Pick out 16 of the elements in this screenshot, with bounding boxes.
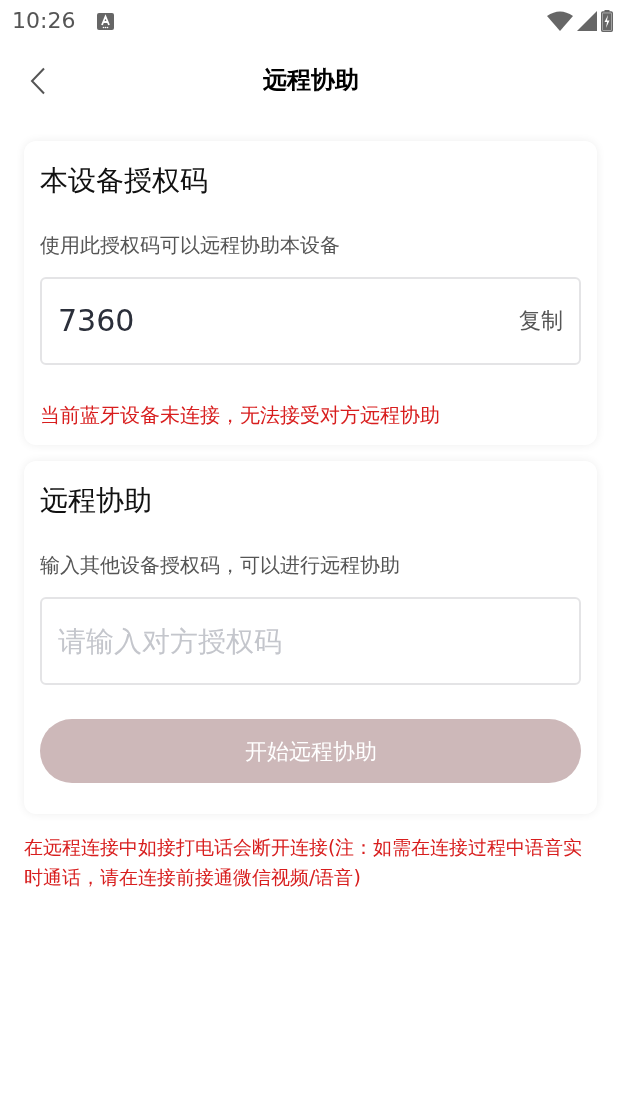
battery-icon [601, 10, 613, 32]
card-subtitle: 输入其他设备授权码，可以进行远程协助 [40, 552, 401, 579]
status-time: 10:26 [12, 10, 76, 32]
back-chevron-icon [30, 67, 46, 95]
page-title: 远程协助 [262, 65, 359, 96]
note-text: 在远程连接中如接打电话会断开连接(注：如需在连接过程中语音实时通话，请在连接前接通微信视频/语音) [24, 835, 584, 890]
warning-text: 当前蓝牙设备未连接，无法接受对方远程协助 [40, 402, 441, 429]
code-input[interactable]: 请输入对方授权码 [40, 597, 581, 685]
wifi-icon [547, 11, 573, 31]
card-subtitle: 使用此授权码可以远程协助本设备 [40, 232, 341, 259]
signal-icon [577, 11, 597, 31]
card-title: 远程协助 [40, 483, 153, 519]
copy-button[interactable]: 复制 [519, 310, 563, 332]
code-text: 7360 [58, 306, 135, 336]
notification-icon [97, 12, 115, 30]
card-title: 本设备授权码 [40, 163, 209, 199]
